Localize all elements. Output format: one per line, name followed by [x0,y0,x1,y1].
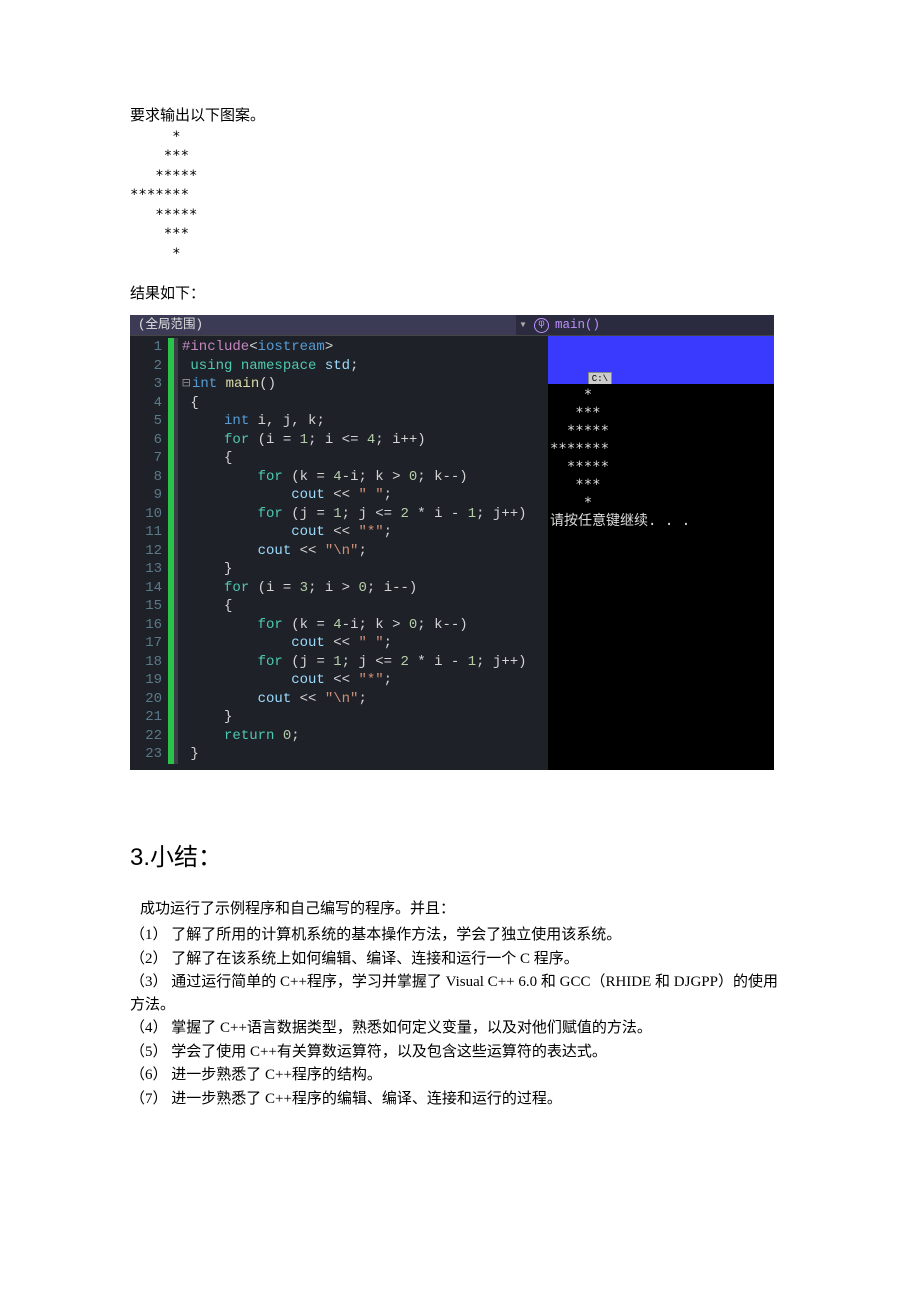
line-number: 19 [130,671,162,690]
code-line: ⊟int main() [182,375,548,394]
line-number: 7 [130,449,162,468]
summary-item: （3） 通过运行简单的 C++程序，学习并掌握了 Visual C++ 6.0 … [130,971,790,1016]
summary-item: （7） 进一步熟悉了 C++程序的编辑、编译、连接和运行的过程。 [130,1088,790,1111]
code-line: for (j = 1; j <= 2 * i - 1; j++) [182,653,548,672]
summary-item: （5） 学会了使用 C++有关算数运算符，以及包含这些运算符的表达式。 [130,1041,790,1064]
summary-list: （1） 了解了所用的计算机系统的基本操作方法，学会了独立使用该系统。（2） 了解… [130,924,790,1110]
code-line: using namespace std; [182,357,548,376]
line-gutter: 1234567891011121314151617181920212223 [130,338,168,764]
code-line: cout << "*"; [182,671,548,690]
line-number: 8 [130,468,162,487]
line-number: 21 [130,708,162,727]
line-number: 22 [130,727,162,746]
line-number: 5 [130,412,162,431]
code-line: cout << " "; [182,634,548,653]
code-line: } [182,745,548,764]
line-number: 4 [130,394,162,413]
scope-dropdown[interactable]: (全局范围) [130,315,516,335]
line-number: 3 [130,375,162,394]
summary-item: （1） 了解了所用的计算机系统的基本操作方法，学会了独立使用该系统。 [130,924,790,947]
ide-body: 1234567891011121314151617181920212223 #i… [130,336,774,770]
code-line: for (k = 4-i; k > 0; k--) [182,468,548,487]
code-editor[interactable]: 1234567891011121314151617181920212223 #i… [130,336,548,770]
code-line: } [182,560,548,579]
line-number: 9 [130,486,162,505]
function-icon: φ [534,318,549,333]
code-line: cout << "*"; [182,523,548,542]
line-number: 10 [130,505,162,524]
code-line: { [182,394,548,413]
line-number: 12 [130,542,162,561]
indent-guide [174,338,178,764]
console-panel: C:\ * *** ***** ******* ***** *** * 请按任意… [548,336,774,770]
expected-pattern: * *** ***** ******* ***** *** * [130,128,790,265]
console-output: * *** ***** ******* ***** *** * 请按任意键继续.… [548,384,774,770]
line-number: 16 [130,616,162,635]
summary-intro: 成功运行了示例程序和自己编写的程序。并且： [140,898,790,921]
line-number: 18 [130,653,162,672]
result-label: 结果如下： [130,283,790,306]
code-line: int i, j, k; [182,412,548,431]
document-page: 要求输出以下图案。 * *** ***** ******* ***** *** … [0,0,920,1302]
summary-item: （4） 掌握了 C++语言数据类型，熟悉如何定义变量，以及对他们赋值的方法。 [130,1017,790,1040]
line-number: 23 [130,745,162,764]
line-number: 2 [130,357,162,376]
summary-item: （2） 了解了在该系统上如何编辑、编译、连接和运行一个 C 程序。 [130,948,790,971]
code-line: cout << "\n"; [182,690,548,709]
code-line: cout << " "; [182,486,548,505]
line-number: 14 [130,579,162,598]
code-line: for (k = 4-i; k > 0; k--) [182,616,548,635]
line-number: 13 [130,560,162,579]
code-line: cout << "\n"; [182,542,548,561]
section-heading: 3.小结： [130,840,790,876]
code-line: { [182,449,548,468]
code-line: return 0; [182,727,548,746]
scope-arrow-icon[interactable]: ▾ [516,315,530,335]
line-number: 17 [130,634,162,653]
ide-screenshot: (全局范围) ▾ φ main() 1234567891011121314151… [130,315,774,770]
code-line: for (i = 1; i <= 4; i++) [182,431,548,450]
code-line: for (j = 1; j <= 2 * i - 1; j++) [182,505,548,524]
line-number: 1 [130,338,162,357]
code-line: } [182,708,548,727]
ide-scope-bar: (全局范围) ▾ φ main() [130,315,774,336]
code-line: { [182,597,548,616]
function-label: main() [555,316,600,335]
function-dropdown[interactable]: φ main() [530,315,774,335]
line-number: 20 [130,690,162,709]
code-column: #include<iostream> using namespace std;⊟… [180,338,548,764]
line-number: 11 [130,523,162,542]
code-line: for (i = 3; i > 0; i--) [182,579,548,598]
line-number: 6 [130,431,162,450]
opening-text: 要求输出以下图案。 [130,105,790,128]
code-line: #include<iostream> [182,338,548,357]
line-number: 15 [130,597,162,616]
summary-item: （6） 进一步熟悉了 C++程序的结构。 [130,1064,790,1087]
